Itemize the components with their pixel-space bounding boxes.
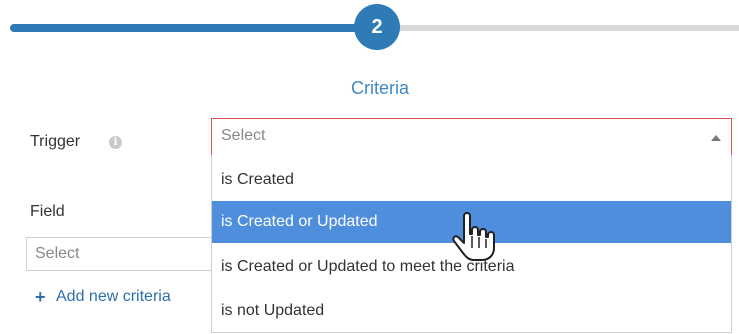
step-number: 2 xyxy=(371,15,383,38)
progress-track-completed xyxy=(10,24,380,32)
plus-icon[interactable]: + xyxy=(35,287,46,308)
step-indicator: 2 xyxy=(354,4,400,50)
field-select-placeholder: Select xyxy=(35,245,80,262)
field-select[interactable]: Select xyxy=(26,237,211,271)
hand-pointer-cursor-icon xyxy=(452,212,495,261)
trigger-label: Trigger xyxy=(30,133,81,150)
trigger-select-placeholder: Select xyxy=(221,127,266,144)
progress-stepper: 2 xyxy=(0,0,739,60)
field-label: Field xyxy=(30,203,65,220)
trigger-select[interactable]: Select xyxy=(211,118,732,156)
progress-track-remaining xyxy=(378,25,739,31)
step-title: Criteria xyxy=(350,78,409,98)
dropdown-option-is-created[interactable]: is Created xyxy=(212,159,731,201)
caret-up-icon xyxy=(711,135,721,141)
add-new-criteria-link[interactable]: Add new criteria xyxy=(56,288,171,306)
info-icon[interactable]: i xyxy=(109,136,122,149)
dropdown-option-is-not-updated[interactable]: is not Updated xyxy=(212,290,731,332)
